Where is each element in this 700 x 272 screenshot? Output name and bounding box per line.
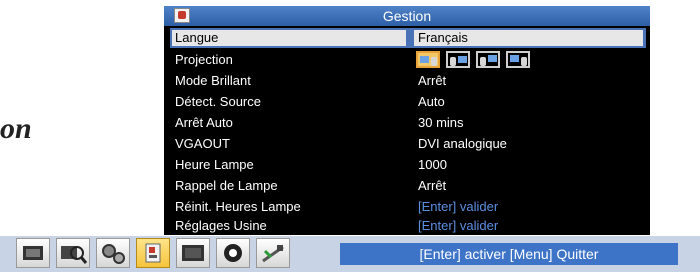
settings-tab-icon (174, 8, 190, 23)
side-text: on (0, 112, 32, 145)
menu-row-value: 1000 (418, 157, 447, 172)
front-desktop-icon[interactable] (416, 51, 440, 68)
menu-row-value[interactable]: Arrêt (418, 73, 446, 88)
menu-row-label: Rappel de Lampe (175, 178, 278, 193)
menu-row-value[interactable]: Français (414, 30, 643, 46)
menu-row-value[interactable]: [Enter] valider (418, 218, 498, 233)
menu-row-label: Langue (172, 30, 406, 46)
osd-menu: Gestion Langue Français Projection Mode … (164, 6, 650, 235)
menu-title: Gestion (382, 8, 432, 24)
menu-row-label: Arrêt Auto (175, 115, 233, 130)
menu-row-rappel-lampe[interactable]: Rappel de Lampe Arrêt (164, 175, 650, 196)
rear-desktop-icon[interactable] (446, 51, 470, 68)
management-tab-icon[interactable] (136, 238, 170, 268)
menu-row-value[interactable]: 30 mins (418, 115, 464, 130)
menu-row-reinit-heures[interactable]: Réinit. Heures Lampe [Enter] valider (164, 196, 650, 217)
gears-tab-icon[interactable] (96, 238, 130, 268)
rear-ceiling-icon[interactable] (506, 51, 530, 68)
menu-row-value[interactable]: Arrêt (418, 178, 446, 193)
menu-row-heure-lampe[interactable]: Heure Lampe 1000 (164, 154, 650, 175)
menu-row-value[interactable]: Auto (418, 94, 445, 109)
zoom-tab-icon[interactable] (56, 238, 90, 268)
audio-tab-icon[interactable] (216, 238, 250, 268)
menu-row-vgaout[interactable]: VGAOUT DVI analogique (164, 133, 650, 154)
projection-options (416, 51, 530, 68)
status-hint: [Enter] activer [Menu] Quitter (340, 243, 678, 265)
menu-row-projection[interactable]: Projection (164, 49, 650, 70)
menu-row-label: Réglages Usine (175, 218, 267, 233)
front-ceiling-icon[interactable] (476, 51, 500, 68)
menu-row-value[interactable]: DVI analogique (418, 136, 507, 151)
menu-row-mode-brillant[interactable]: Mode Brillant Arrêt (164, 70, 650, 91)
bottom-toolbar: [Enter] activer [Menu] Quitter (0, 236, 700, 272)
menu-titlebar: Gestion (164, 6, 650, 26)
menu-row-label: Réinit. Heures Lampe (175, 199, 301, 214)
menu-row-detect-source[interactable]: Détect. Source Auto (164, 91, 650, 112)
display-tab-icon[interactable] (176, 238, 210, 268)
menu-row-reglages-usine[interactable]: Réglages Usine [Enter] valider (164, 215, 650, 236)
menu-row-arret-auto[interactable]: Arrêt Auto 30 mins (164, 112, 650, 133)
image-tab-icon[interactable] (16, 238, 50, 268)
menu-row-label: Détect. Source (175, 94, 261, 109)
menu-row-label: Mode Brillant (175, 73, 251, 88)
menu-row-value[interactable]: [Enter] valider (418, 199, 498, 214)
satellite-tab-icon[interactable] (256, 238, 290, 268)
menu-row-langue[interactable]: Langue Français (170, 28, 646, 48)
menu-row-label: VGAOUT (175, 136, 230, 151)
menu-row-label: Heure Lampe (175, 157, 254, 172)
menu-row-label: Projection (175, 52, 233, 67)
